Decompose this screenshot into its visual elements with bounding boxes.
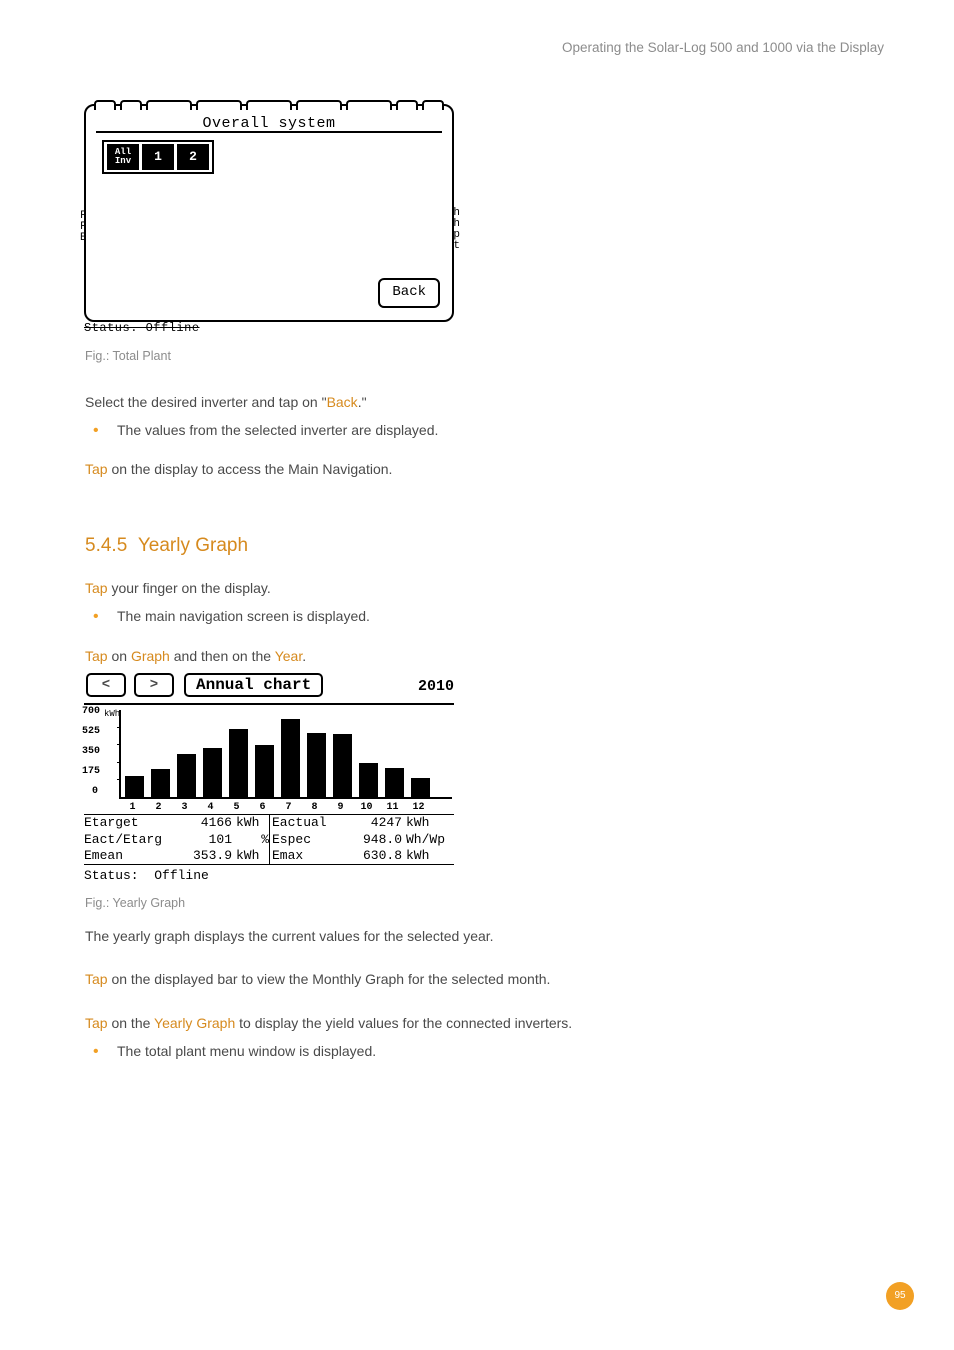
- inverter-tab-1[interactable]: 1: [142, 144, 174, 170]
- chart-bar[interactable]: [255, 745, 274, 797]
- chart-title: Annual chart: [184, 673, 323, 697]
- chart-status: Status: Offline: [84, 865, 454, 886]
- bullet-main-nav: The main navigation screen is displayed.: [111, 606, 884, 628]
- para-tap-yearly-graph: Tap on the Yearly Graph to display the y…: [85, 1013, 884, 1035]
- chart-plot-area[interactable]: 700 525 350 175 0 kWh 123456789101112: [84, 706, 454, 814]
- link-tap-4: Tap: [85, 971, 108, 987]
- para-tap-graph-year: Tap on Graph and then on the Year.: [85, 646, 884, 668]
- device-tabs-row: [94, 100, 444, 110]
- chart-bar[interactable]: [281, 719, 300, 797]
- link-tap-2: Tap: [85, 580, 108, 596]
- link-tap-5: Tap: [85, 1015, 108, 1031]
- bullet-values-displayed: The values from the selected inverter ar…: [111, 420, 884, 442]
- link-tap-3: Tap: [85, 648, 108, 664]
- inverter-tab-all[interactable]: All Inv: [107, 144, 139, 170]
- bullet-total-plant: The total plant menu window is displayed…: [111, 1041, 884, 1063]
- chart-x-axis: 123456789101112: [123, 800, 452, 814]
- left-ticks: FFE: [80, 211, 87, 244]
- page-number-badge: 95: [886, 1282, 914, 1310]
- chart-bar[interactable]: [125, 776, 144, 797]
- link-year: Year: [275, 648, 303, 664]
- para-tap-bar: Tap on the displayed bar to view the Mon…: [85, 969, 884, 991]
- chart-year: 2010: [418, 675, 454, 698]
- chart-next-button[interactable]: >: [134, 673, 174, 697]
- chart-bar[interactable]: [385, 768, 404, 798]
- inverter-selector-row: All Inv 1 2: [102, 140, 214, 174]
- back-button[interactable]: Back: [378, 278, 440, 308]
- chart-plot: [119, 710, 452, 799]
- link-back: Back: [327, 394, 358, 410]
- chart-data-rows: Etarget 4166 kWh Eactual 4247 kWh Eact/E…: [84, 814, 454, 865]
- chart-prev-button[interactable]: <: [86, 673, 126, 697]
- fig2-caption: Fig.: Yearly Graph: [85, 894, 884, 913]
- figure-annual-chart: < > Annual chart 2010 700 525 350 175 0 …: [84, 673, 454, 886]
- chart-bar[interactable]: [411, 778, 430, 798]
- chart-bar[interactable]: [203, 748, 222, 798]
- chart-bar[interactable]: [151, 769, 170, 798]
- chart-bar[interactable]: [359, 763, 378, 798]
- chart-bar[interactable]: [229, 729, 248, 797]
- inverter-tab-2[interactable]: 2: [177, 144, 209, 170]
- para-tap-finger: Tap your finger on the display.: [85, 578, 884, 600]
- link-yearly-graph: Yearly Graph: [154, 1015, 235, 1031]
- right-ticks: hhpt: [453, 208, 460, 252]
- page-header: Operating the Solar-Log 500 and 1000 via…: [85, 38, 884, 59]
- chart-bar[interactable]: [177, 754, 196, 798]
- device-status-clipped: Status. Offline: [84, 319, 884, 338]
- para-select-inverter: Select the desired inverter and tap on "…: [85, 392, 884, 414]
- section-heading: 5.4.5 Yearly Graph: [85, 531, 884, 560]
- fig1-caption: Fig.: Total Plant: [85, 347, 884, 366]
- link-graph: Graph: [131, 648, 170, 664]
- link-tap-1: Tap: [85, 461, 108, 477]
- chart-bar[interactable]: [307, 733, 326, 798]
- chart-bar[interactable]: [333, 734, 352, 797]
- para-tap-main-nav: Tap on the display to access the Main Na…: [85, 459, 884, 481]
- device-title-underline: [96, 131, 442, 133]
- figure-total-plant: Overall system All Inv 1 2 FFE hhpt Back: [84, 104, 454, 322]
- para-yearly-desc: The yearly graph displays the current va…: [85, 926, 884, 948]
- chart-y-unit: kWh: [104, 708, 120, 722]
